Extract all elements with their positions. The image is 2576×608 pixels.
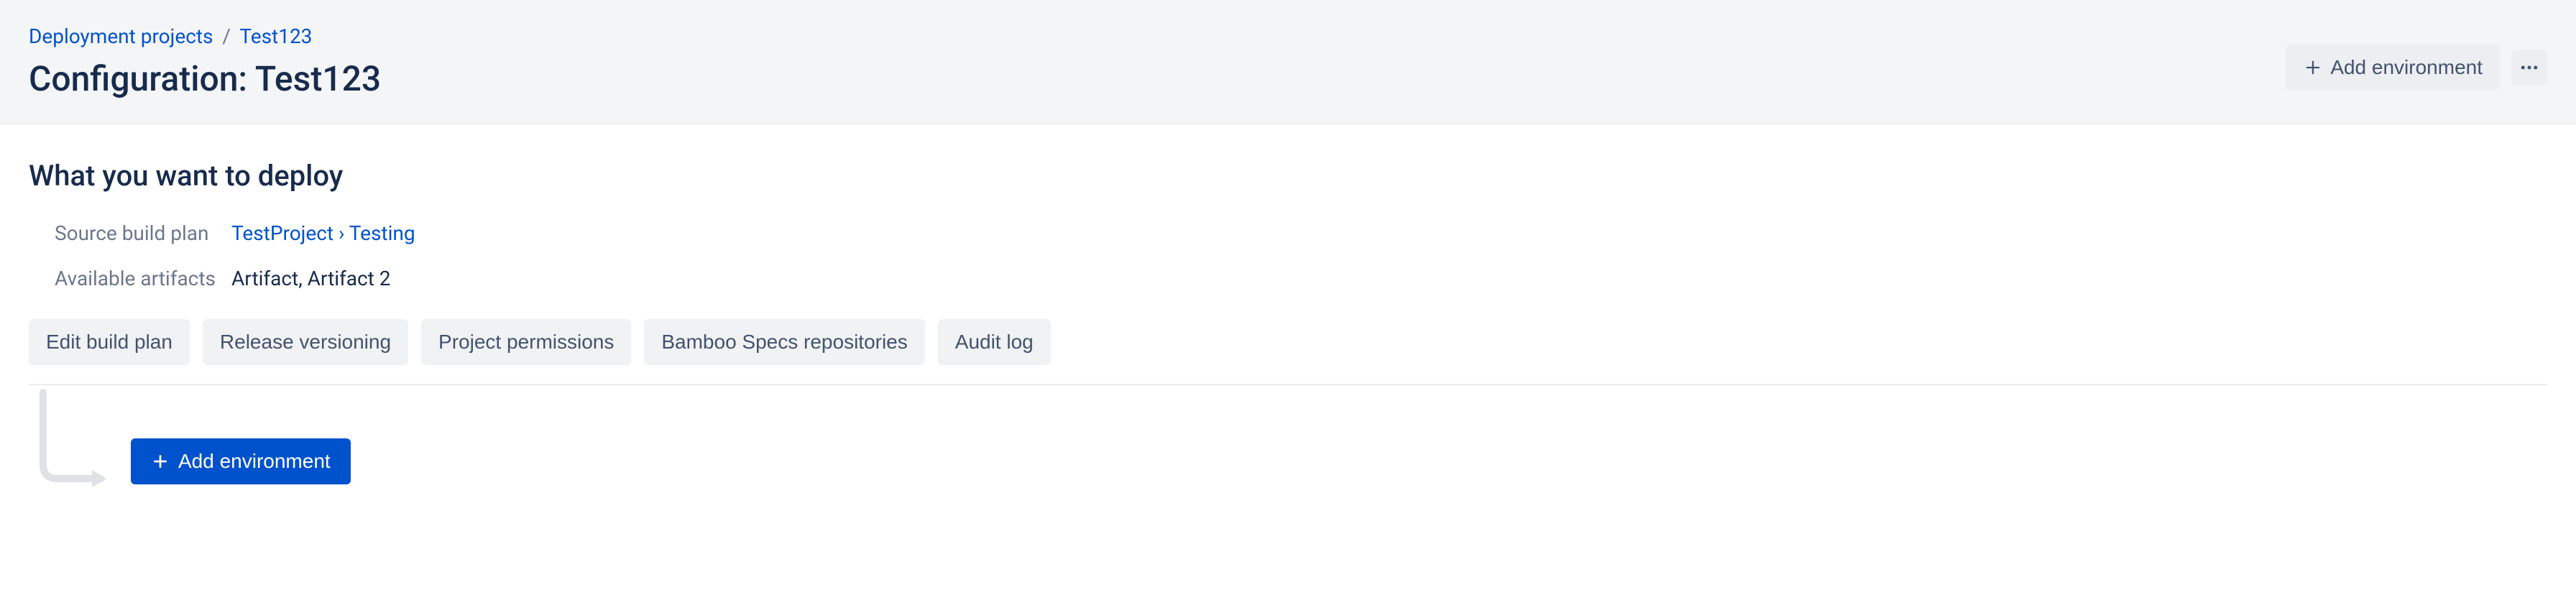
add-environment-label-primary: Add environment	[178, 450, 331, 473]
header-actions: Add environment	[2286, 45, 2547, 91]
available-artifacts-label: Available artifacts	[55, 267, 217, 290]
section-title: What you want to deploy	[29, 159, 2547, 193]
available-artifacts-value: Artifact, Artifact 2	[231, 267, 391, 290]
source-build-plan-label: Source build plan	[55, 221, 217, 245]
breadcrumb-separator: /	[222, 24, 231, 48]
header-left: Deployment projects / Test123 Configurat…	[29, 24, 381, 99]
more-actions-button[interactable]	[2511, 50, 2547, 86]
project-permissions-button[interactable]: Project permissions	[421, 319, 631, 365]
source-build-plan-value: TestProject › Testing	[231, 221, 415, 245]
plus-icon	[151, 452, 170, 471]
breadcrumb: Deployment projects / Test123	[29, 24, 381, 48]
audit-log-button[interactable]: Audit log	[938, 319, 1051, 365]
bamboo-specs-repositories-button[interactable]: Bamboo Specs repositories	[644, 319, 924, 365]
row-available-artifacts: Available artifacts Artifact, Artifact 2	[55, 267, 2547, 290]
page-title: Configuration: Test123	[29, 58, 381, 99]
edit-build-plan-button[interactable]: Edit build plan	[29, 319, 190, 365]
flow-arrow-icon	[29, 385, 115, 493]
breadcrumb-link-test123[interactable]: Test123	[239, 24, 312, 48]
source-build-plan-link[interactable]: TestProject › Testing	[231, 221, 415, 245]
plus-icon	[2303, 57, 2323, 78]
add-environment-button-primary[interactable]: Add environment	[131, 438, 351, 484]
content-area: What you want to deploy Source build pla…	[0, 124, 2576, 528]
add-environment-button-header[interactable]: Add environment	[2286, 45, 2500, 91]
more-icon	[2518, 57, 2540, 78]
release-versioning-button[interactable]: Release versioning	[203, 319, 408, 365]
add-environment-label: Add environment	[2330, 56, 2483, 79]
breadcrumb-link-deployment-projects[interactable]: Deployment projects	[29, 24, 213, 48]
page-header: Deployment projects / Test123 Configurat…	[0, 0, 2576, 124]
row-source-build-plan: Source build plan TestProject › Testing	[55, 221, 2547, 245]
flow-area: Add environment	[29, 385, 2547, 493]
action-buttons-row: Edit build plan Release versioning Proje…	[29, 319, 2547, 365]
